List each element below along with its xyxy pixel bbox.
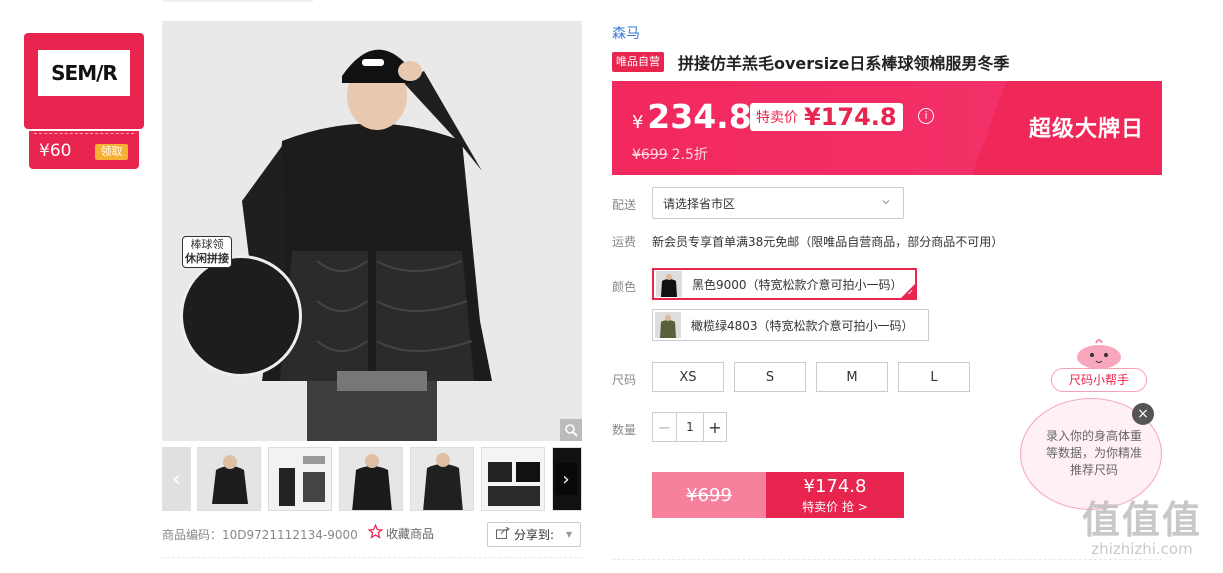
brand-logo: SEM/R: [38, 50, 130, 96]
color-option-olive[interactable]: 橄榄绿4803（特宽松款介意可拍小一码）: [652, 309, 929, 341]
flash-price-value: ¥174.8: [804, 103, 897, 131]
collar-detail-inset: [180, 255, 302, 377]
inset-label-line2: 休闲拼接: [185, 252, 229, 265]
currency-symbol: ¥: [632, 112, 644, 133]
thumb-prev-button[interactable]: ‹: [162, 447, 191, 511]
product-title: 拼接仿羊羔毛oversize日系棒球领棉服男冬季: [678, 54, 1010, 73]
size-helper-button[interactable]: 尺码小帮手: [1051, 368, 1147, 392]
coupon-divider: [34, 133, 134, 134]
inset-label-line1: 棒球领: [190, 238, 224, 251]
watermark-logo: 值值值: [1081, 498, 1202, 542]
quantity-stepper: − 1 +: [652, 412, 727, 442]
color-option-label: 橄榄绿4803（特宽松款介意可拍小一码）: [691, 318, 914, 333]
thumbnail[interactable]: [197, 447, 261, 511]
color-swatch-black: [656, 271, 682, 297]
color-label: 颜色: [612, 280, 637, 294]
buy-original-price-button[interactable]: ¥699: [652, 472, 766, 518]
price-value: 234.8: [647, 97, 752, 136]
color-swatch-olive: [655, 312, 681, 338]
share-icon: [496, 526, 510, 542]
info-icon[interactable]: i: [918, 108, 934, 124]
self-operated-badge: 唯品自营: [612, 52, 664, 72]
brand-link[interactable]: 森马: [612, 23, 640, 43]
flash-price-tag: 特卖价 ¥174.8: [750, 103, 903, 131]
quantity-input[interactable]: 1: [677, 413, 703, 441]
size-option-m[interactable]: M: [816, 362, 888, 392]
coupon-amount: ¥60: [39, 141, 72, 161]
brand-card[interactable]: SEM/R: [24, 33, 144, 129]
original-price-row: ¥699 2.5折: [632, 144, 708, 164]
thumbnail[interactable]: [481, 447, 545, 511]
region-select[interactable]: 请选择省市区: [652, 187, 904, 219]
close-icon[interactable]: ×: [1132, 403, 1154, 425]
favorite-label: 收藏商品: [386, 526, 435, 541]
quantity-label: 数量: [612, 423, 637, 437]
current-price: ¥ 234.8: [632, 97, 752, 136]
zoom-icon[interactable]: [560, 419, 582, 441]
watermark: 值值值 zhizhizhi.com: [1067, 500, 1217, 558]
thumbnail[interactable]: [268, 447, 332, 511]
campaign-title: 超级大牌日: [1028, 117, 1144, 142]
buy-original-price: ¥699: [686, 484, 732, 506]
thumbnail[interactable]: [339, 447, 403, 511]
main-product-image[interactable]: 棒球领 休闲拼接: [162, 21, 582, 441]
sku-code: 商品编码：10D9721112134-9000: [162, 528, 358, 542]
freight-label: 运费: [612, 235, 637, 249]
quantity-increase-button[interactable]: +: [703, 413, 726, 441]
quantity-decrease-button[interactable]: −: [653, 413, 677, 441]
share-button[interactable]: 分享到: ▼: [487, 522, 581, 547]
color-option-black[interactable]: 黑色9000（特宽松款介意可拍小一码） ✓: [652, 268, 917, 300]
brand-coupon: ¥60 领取: [29, 131, 139, 169]
size-helper-text: 录入你的身高体重等数据，为你精准推荐尺码: [1045, 429, 1142, 477]
thumb-next-button[interactable]: ›: [555, 463, 577, 495]
flash-price-label: 特卖价: [756, 110, 798, 126]
size-option-s[interactable]: S: [734, 362, 806, 392]
thumbnail-strip: ‹ ›: [162, 447, 582, 511]
chevron-down-icon: [881, 197, 891, 210]
size-option-xs[interactable]: XS: [652, 362, 724, 392]
inset-label: 棒球领 休闲拼接: [182, 236, 232, 268]
chevron-down-icon: ▼: [566, 530, 573, 539]
delivery-label: 配送: [612, 198, 637, 212]
mascot-icon: [1077, 339, 1121, 369]
discount-label: 2.5折: [671, 147, 708, 163]
claim-coupon-button[interactable]: 领取: [95, 144, 128, 160]
color-option-label: 黑色9000（特宽松款介意可拍小一码）: [692, 277, 903, 292]
size-option-l[interactable]: L: [898, 362, 970, 392]
size-label: 尺码: [612, 373, 637, 387]
buy-flash-price: ¥174.8: [803, 476, 867, 497]
watermark-url: zhizhizhi.com: [1091, 540, 1193, 558]
product-photo: [162, 21, 582, 441]
buy-flash-action: 特卖价 抢 >: [802, 500, 868, 514]
checkmark-icon: ✓: [901, 284, 915, 298]
favorite-button[interactable]: 收藏商品: [367, 523, 435, 542]
original-price: ¥699: [632, 147, 668, 163]
top-divider: [163, 0, 313, 2]
freight-text: 新会员专享首单满38元免邮（限唯品自营商品，部分商品不可用）: [652, 235, 1004, 249]
share-label: 分享到:: [514, 528, 555, 542]
buy-flash-button[interactable]: ¥174.8 特卖价 抢 >: [766, 472, 904, 518]
left-divider: [162, 557, 582, 558]
right-divider: [612, 559, 1162, 560]
thumbnail[interactable]: [410, 447, 474, 511]
star-icon: [367, 523, 384, 542]
region-select-value: 请选择省市区: [663, 196, 736, 211]
price-banner: ¥ 234.8 特卖价 ¥174.8 i ¥699 2.5折 超级大牌日: [612, 81, 1162, 175]
